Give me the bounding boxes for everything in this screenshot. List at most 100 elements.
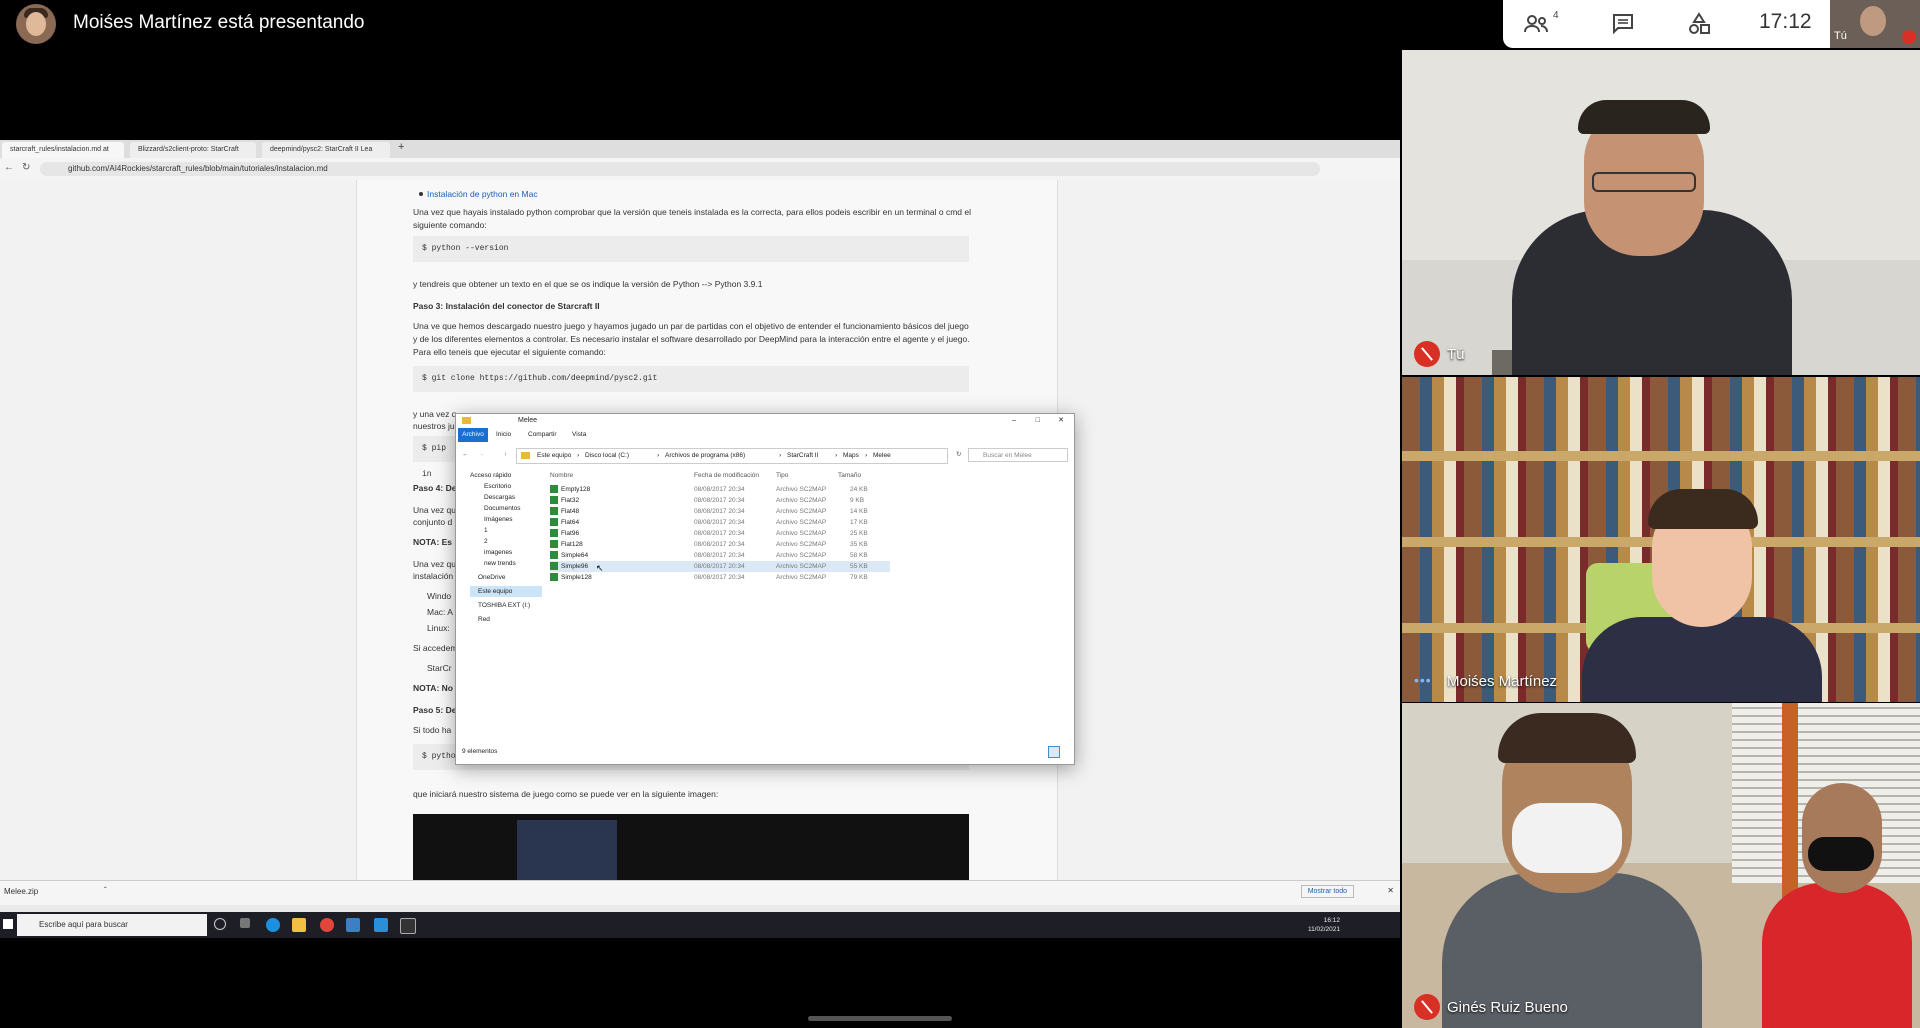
ribbon-tab-inicio[interactable]: Inicio [496, 428, 511, 442]
breadcrumb-item[interactable]: Este equipo [537, 449, 571, 463]
breadcrumb[interactable]: Este equipo › Disco local (C:) › Archivo… [516, 448, 948, 464]
file-row[interactable]: Empty128 08/08/2017 20:34 Archivo SC2MAP… [550, 484, 890, 495]
breadcrumb-item[interactable]: Disco local (C:) [585, 449, 629, 463]
close-icon[interactable]: ✕ [1387, 886, 1394, 895]
ribbon-tab-vista[interactable]: Vista [572, 428, 586, 442]
file-explorer-taskbar-icon[interactable] [292, 918, 306, 932]
nav-item[interactable]: Escritorio [484, 481, 511, 492]
column-header[interactable]: Tipo [776, 470, 788, 481]
url-field[interactable]: github.com/AI4Rockies/starcraft_rules/bl… [40, 162, 1320, 176]
mic-off-icon [1902, 30, 1916, 44]
breadcrumb-item[interactable]: StarCraft II [787, 449, 818, 463]
nav-item[interactable]: TOSHIBA EXT (I:) [478, 600, 530, 611]
edge-icon[interactable] [266, 918, 280, 932]
people-count: 4 [1553, 10, 1559, 21]
chat-icon[interactable] [1611, 12, 1639, 36]
file-row[interactable]: Flat96 08/08/2017 20:34 Archivo SC2MAP 2… [550, 528, 890, 539]
file-date: 08/08/2017 20:34 [694, 552, 745, 559]
file-type: Archivo SC2MAP [776, 508, 827, 515]
browser-tab[interactable]: Blizzard/s2client-proto: StarCraft [130, 142, 256, 158]
column-header[interactable]: Fecha de modificación [694, 470, 759, 481]
nav-item[interactable]: Imágenes [484, 514, 513, 525]
face-mask [1808, 837, 1874, 871]
column-header[interactable]: Nombre [550, 470, 573, 481]
back-icon[interactable]: ← [4, 162, 14, 173]
map-file-icon [550, 496, 558, 505]
nav-item[interactable]: OneDrive [478, 572, 505, 583]
heading-paso-5: Paso 5: De [413, 705, 457, 715]
file-row[interactable]: Flat48 08/08/2017 20:34 Archivo SC2MAP 1… [550, 506, 890, 517]
forward-arrow-icon[interactable]: → [478, 446, 485, 464]
file-row[interactable]: Flat32 08/08/2017 20:34 Archivo SC2MAP 9… [550, 495, 890, 506]
downloaded-file[interactable]: Melee.zip [4, 887, 38, 896]
back-arrow-icon[interactable]: ← [462, 446, 469, 464]
browser-tab[interactable]: starcraft_rules/instalacion.md at [2, 142, 124, 158]
close-icon[interactable]: ✕ [1058, 414, 1064, 428]
link-install-mac[interactable]: Instalación de python en Mac [427, 188, 538, 201]
reload-icon[interactable]: ↻ [22, 162, 30, 173]
file-name-text: Simple96 [561, 563, 589, 570]
participant-tile-presenter[interactable]: ••• Moiśes Martínez [1402, 377, 1920, 702]
terminal-icon[interactable] [400, 918, 416, 934]
browser-tab[interactable]: deepmind/pysc2: StarCraft II Lea [262, 142, 390, 158]
file-explorer-window[interactable]: Melee – □ ✕ Archivo Inicio Compartir Vis… [455, 413, 1075, 765]
nav-item[interactable]: 2 [484, 536, 488, 547]
up-arrow-icon[interactable]: ↑ [504, 446, 507, 464]
file-date: 08/08/2017 20:34 [694, 486, 745, 493]
self-view-thumbnail[interactable]: Tú [1830, 0, 1920, 48]
new-tab-icon[interactable]: + [398, 141, 404, 153]
ribbon-tab-compartir[interactable]: Compartir [528, 428, 557, 442]
task-view-icon[interactable] [240, 918, 250, 928]
map-file-icon [550, 551, 558, 560]
breadcrumb-item[interactable]: Maps [843, 449, 859, 463]
people-icon[interactable]: 4 [1523, 10, 1559, 36]
paragraph: y tendreis que obtener un texto en el qu… [413, 279, 763, 289]
file-list-header: Nombre Fecha de modificación Tipo Tamaño [550, 470, 890, 481]
nav-item[interactable]: 1 [484, 525, 488, 536]
details-view-icon[interactable] [1048, 746, 1060, 758]
show-all-button[interactable]: Mostrar todo [1300, 885, 1354, 898]
file-row[interactable]: Flat64 08/08/2017 20:34 Archivo SC2MAP 1… [550, 517, 890, 528]
windows-start-icon[interactable] [3, 919, 13, 929]
chevron-up-icon[interactable]: ˆ [104, 886, 107, 895]
note: NOTA: No [413, 683, 453, 693]
file-name: Empty128 [550, 484, 590, 495]
explorer-search-input[interactable]: Buscar en Melee [968, 448, 1068, 462]
nav-item-selected[interactable]: Este equipo [470, 586, 542, 597]
breadcrumb-item[interactable]: Melee [873, 449, 891, 463]
app-icon[interactable] [346, 918, 360, 932]
taskbar-search-input[interactable]: Escribe aquí para buscar [17, 914, 207, 936]
breadcrumb-separator: › [779, 452, 782, 459]
system-tray-clock[interactable]: 16:12 11/02/2021 [1308, 916, 1340, 934]
nav-item[interactable]: new trends [484, 558, 516, 569]
participant-tile-self[interactable]: Tú [1402, 50, 1920, 375]
vscode-icon[interactable] [374, 918, 388, 932]
ribbon-tab-archivo[interactable]: Archivo [458, 428, 488, 442]
file-name: Flat48 [550, 506, 579, 517]
file-name-text: Simple64 [561, 552, 589, 559]
nav-item[interactable]: Red [478, 614, 490, 625]
nav-item[interactable]: Descargas [484, 492, 515, 503]
file-row[interactable]: Simple64 08/08/2017 20:34 Archivo SC2MAP… [550, 550, 890, 561]
nav-item[interactable]: imagenes [484, 547, 512, 558]
note: NOTA: Es n [413, 537, 460, 547]
bottom-drag-handle[interactable] [808, 1016, 952, 1021]
file-size: 35 KB [850, 541, 868, 548]
column-header[interactable]: Tamaño [838, 470, 861, 481]
nav-item[interactable]: Documentos [484, 503, 521, 514]
activities-icon[interactable] [1687, 12, 1715, 36]
breadcrumb-item[interactable]: Archivos de programa (x86) [665, 449, 745, 463]
clock: 17:12 [1759, 10, 1812, 33]
file-name-text: Simple128 [561, 574, 592, 581]
cortana-icon[interactable] [214, 918, 226, 930]
maximize-icon[interactable]: □ [1036, 414, 1040, 428]
participant-tile-classroom[interactable]: Ginés Ruiz Bueno [1402, 703, 1920, 1028]
file-list: Nombre Fecha de modificación Tipo Tamaño… [550, 470, 1070, 740]
chrome-icon[interactable] [320, 918, 334, 932]
nav-item[interactable]: Acceso rápido [470, 470, 511, 481]
minimize-icon[interactable]: – [1012, 414, 1016, 428]
map-file-icon [550, 529, 558, 538]
refresh-icon[interactable]: ↻ [956, 446, 961, 464]
file-name-text: Flat32 [561, 497, 580, 504]
file-row[interactable]: Flat128 08/08/2017 20:34 Archivo SC2MAP … [550, 539, 890, 550]
